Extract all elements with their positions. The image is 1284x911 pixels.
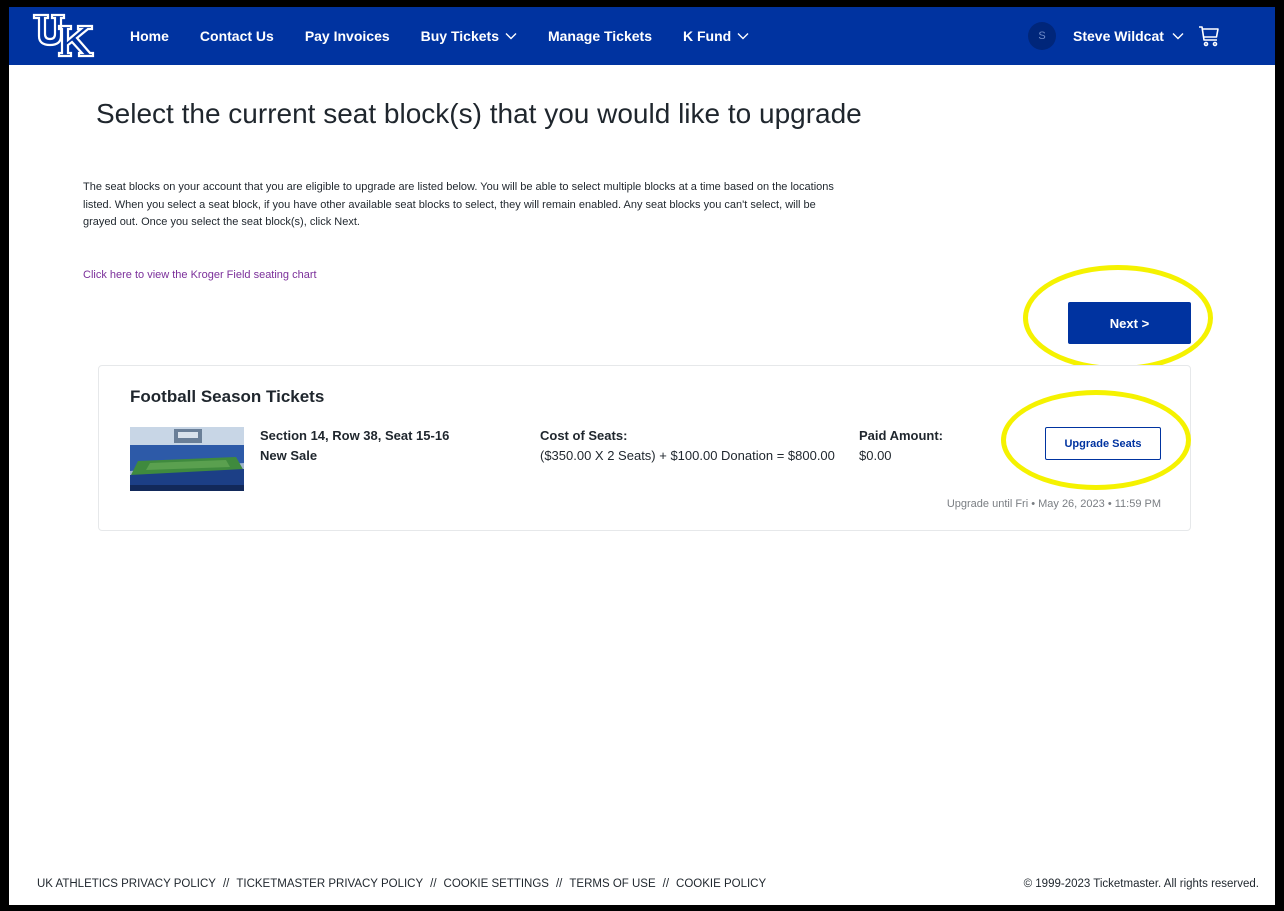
cost-info: Cost of Seats: ($350.00 X 2 Seats) + $10… bbox=[540, 426, 840, 466]
upgrade-seats-button[interactable]: Upgrade Seats bbox=[1045, 427, 1161, 460]
chevron-down-icon bbox=[737, 33, 749, 40]
page-frame: Home Contact Us Pay Invoices Buy Tickets… bbox=[9, 7, 1275, 905]
footer-cookie-policy-link[interactable]: COOKIE POLICY bbox=[676, 878, 766, 890]
footer-separator: // bbox=[430, 878, 437, 890]
sale-type: New Sale bbox=[260, 448, 318, 463]
footer-ticketmaster-privacy-link[interactable]: TICKETMASTER PRIVACY POLICY bbox=[236, 878, 423, 890]
nav-contact-us-label: Contact Us bbox=[199, 28, 274, 44]
upgrade-deadline: Upgrade until Fri • May 26, 2023 • 11:59… bbox=[946, 498, 1161, 510]
nav-k-fund[interactable]: K Fund bbox=[683, 28, 749, 44]
user-menu[interactable]: S Steve Wildcat bbox=[1028, 7, 1184, 65]
nav-buy-tickets[interactable]: Buy Tickets bbox=[421, 28, 517, 44]
chevron-down-icon bbox=[505, 33, 517, 40]
cart-icon[interactable] bbox=[1197, 24, 1221, 48]
nav-pay-invoices-label: Pay Invoices bbox=[304, 28, 390, 44]
nav-manage-tickets-label: Manage Tickets bbox=[547, 28, 652, 44]
intro-text: The seat blocks on your account that you… bbox=[83, 181, 834, 228]
chevron-down-icon bbox=[1172, 33, 1184, 40]
footer-separator: // bbox=[555, 878, 563, 890]
nav-pay-invoices[interactable]: Pay Invoices bbox=[305, 28, 390, 44]
cost-detail: ($350.00 X 2 Seats) + $100.00 Donation =… bbox=[540, 448, 835, 463]
paid-label: Paid Amount: bbox=[859, 428, 944, 443]
footer-cookie-settings-link[interactable]: COOKIE SETTINGS bbox=[444, 878, 549, 890]
footer-separator: // bbox=[662, 878, 670, 890]
nav-contact-us[interactable]: Contact Us bbox=[200, 28, 274, 44]
paid-info: Paid Amount: $0.00 bbox=[859, 426, 943, 466]
copyright: © 1999-2023 Ticketmaster. All rights res… bbox=[1023, 878, 1259, 890]
top-nav: Home Contact Us Pay Invoices Buy Tickets… bbox=[9, 7, 1275, 65]
seat-info: Section 14, Row 38, Seat 15-16 New Sale bbox=[260, 426, 449, 466]
cost-label: Cost of Seats: bbox=[540, 428, 628, 443]
next-button[interactable]: Next > bbox=[1068, 302, 1191, 344]
nav-manage-tickets[interactable]: Manage Tickets bbox=[548, 28, 652, 44]
nav-links: Home Contact Us Pay Invoices Buy Tickets… bbox=[130, 7, 780, 65]
season-tickets-card: Football Season Tickets Section 14, Row … bbox=[98, 365, 1191, 531]
nav-home[interactable]: Home bbox=[130, 28, 169, 44]
card-title: Football Season Tickets bbox=[130, 387, 325, 406]
page-title: Select the current seat block(s) that yo… bbox=[96, 98, 862, 129]
avatar: S bbox=[1028, 22, 1056, 50]
nav-k-fund-label: K Fund bbox=[683, 28, 732, 44]
footer-uk-privacy-link[interactable]: UK ATHLETICS PRIVACY POLICY bbox=[37, 878, 216, 890]
nav-buy-tickets-label: Buy Tickets bbox=[420, 28, 499, 44]
footer-separator: // bbox=[222, 878, 230, 890]
nav-home-label: Home bbox=[130, 28, 169, 44]
stadium-image bbox=[130, 427, 244, 491]
uk-logo-icon[interactable] bbox=[31, 12, 95, 60]
paid-value: $0.00 bbox=[859, 448, 892, 463]
seating-chart-link[interactable]: Click here to view the Kroger Field seat… bbox=[83, 269, 317, 281]
seat-location: Section 14, Row 38, Seat 15-16 bbox=[260, 428, 450, 443]
footer-links: UK ATHLETICS PRIVACY POLICY // TICKETMAS… bbox=[37, 878, 766, 890]
user-name: Steve Wildcat bbox=[1073, 28, 1164, 44]
footer-terms-link[interactable]: TERMS OF USE bbox=[569, 878, 655, 890]
